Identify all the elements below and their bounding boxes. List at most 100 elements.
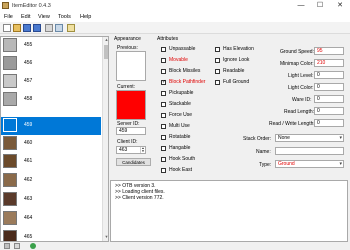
server-id-field[interactable]: 459 xyxy=(116,127,146,135)
list-item[interactable]: 464 xyxy=(1,210,101,226)
type-value: Ground xyxy=(278,161,295,167)
open-folder-icon[interactable] xyxy=(13,24,21,32)
save-as-icon[interactable] xyxy=(33,24,41,32)
item-thumbnail xyxy=(3,230,17,241)
read-write-length-field[interactable]: 0 xyxy=(314,119,344,127)
readable-checkbox[interactable] xyxy=(215,69,220,74)
appearance-heading: Appearance xyxy=(114,36,141,42)
menu-edit[interactable]: Edit xyxy=(21,14,30,20)
list-item[interactable]: 462 xyxy=(1,172,101,188)
movable-checkbox[interactable] xyxy=(161,58,166,63)
previous-sprite xyxy=(116,51,146,81)
ground-speed-field[interactable]: 95 xyxy=(314,47,344,55)
hangable-checkbox[interactable] xyxy=(161,146,166,151)
stack-order-select[interactable]: None ▾ xyxy=(275,134,344,142)
status-ok-icon xyxy=(30,243,36,249)
list-scrollbar[interactable]: ▲ ▼ xyxy=(102,37,108,241)
item-id: 462 xyxy=(24,177,33,183)
full-ground-checkbox[interactable] xyxy=(215,80,220,85)
item-id: 460 xyxy=(24,140,33,146)
stack-order-label: Stack Order: xyxy=(243,136,272,142)
list-item[interactable]: 465 xyxy=(1,229,101,241)
full-ground-label: Full Ground xyxy=(223,79,250,85)
scroll-down-icon[interactable]: ▼ xyxy=(103,234,108,241)
item-id: 461 xyxy=(24,158,33,164)
list-item-selected[interactable]: 459 xyxy=(1,117,101,135)
ground-speed-label: Ground Speed: xyxy=(280,49,314,55)
output-log: >> OTB version 3. >> Loading client file… xyxy=(110,180,348,242)
name-label: Name: xyxy=(256,149,271,155)
scrollbar-thumb[interactable] xyxy=(104,45,108,59)
hook-east-checkbox[interactable] xyxy=(161,168,166,173)
type-select[interactable]: Ground ▾ xyxy=(275,160,344,168)
read-write-length-label: Read / Write Length: xyxy=(269,121,315,127)
hook-south-checkbox[interactable] xyxy=(161,157,166,162)
add-item-icon[interactable] xyxy=(45,24,53,32)
menu-tools[interactable]: Tools xyxy=(58,14,71,20)
item-thumbnail xyxy=(3,74,17,88)
list-item[interactable]: 455 xyxy=(1,37,101,53)
duplicate-item-icon[interactable] xyxy=(55,24,63,32)
list-item[interactable]: 456 xyxy=(1,55,101,71)
menu-view[interactable]: View xyxy=(38,14,50,20)
stackable-checkbox[interactable] xyxy=(161,102,166,107)
list-item[interactable]: 461 xyxy=(1,153,101,169)
menu-bar: File Edit View Tools Help xyxy=(0,12,350,22)
close-button[interactable]: ✕ xyxy=(333,1,347,11)
multi-use-label: Multi Use xyxy=(169,123,190,129)
current-sprite xyxy=(116,90,146,120)
item-thumbnail xyxy=(3,38,17,52)
item-list[interactable]: 455 456 457 458 459 460 461 462 463 464 … xyxy=(0,36,109,242)
client-id-field[interactable]: 463 ▲ ▼ xyxy=(116,146,146,154)
block-pathfinder-label: Block Pathfinder xyxy=(169,79,206,85)
menu-help[interactable]: Help xyxy=(80,14,91,20)
scroll-up-icon[interactable]: ▲ xyxy=(103,37,108,44)
ignore-look-checkbox[interactable] xyxy=(215,58,220,63)
block-pathfinder-checkbox[interactable] xyxy=(161,79,166,85)
pickupable-checkbox[interactable] xyxy=(161,91,166,96)
hangable-label: Hangable xyxy=(169,145,191,151)
list-item[interactable]: 458 xyxy=(1,91,101,107)
ignore-look-label: Ignore Look xyxy=(223,57,250,63)
has-elevation-checkbox[interactable] xyxy=(215,47,220,52)
save-icon[interactable] xyxy=(23,24,31,32)
item-id: 459 xyxy=(24,122,33,128)
ware-id-field[interactable]: 0 xyxy=(314,95,344,103)
menu-file[interactable]: File xyxy=(4,14,13,20)
minimap-color-field[interactable]: 210 xyxy=(314,59,344,67)
find-item-icon[interactable] xyxy=(67,24,75,32)
read-length-field[interactable]: 0 xyxy=(314,107,344,115)
status-sprite-icon xyxy=(14,243,20,249)
item-thumbnail xyxy=(3,173,17,187)
force-use-checkbox[interactable] xyxy=(161,113,166,118)
new-file-icon[interactable] xyxy=(3,24,11,32)
item-thumbnail xyxy=(3,56,17,70)
light-color-field[interactable]: 0 xyxy=(314,83,344,91)
block-missiles-label: Block Missiles xyxy=(169,68,201,74)
item-id: 457 xyxy=(24,78,33,84)
title-bar: ItemEditor 0.4.3 — ☐ ✕ xyxy=(0,0,350,12)
client-id-value: 463 xyxy=(119,147,128,153)
minimize-button[interactable]: — xyxy=(294,1,308,11)
list-item[interactable]: 460 xyxy=(1,135,101,151)
attributes-heading: Attributes xyxy=(157,36,179,42)
candidates-button[interactable]: Candidates xyxy=(116,158,151,166)
name-field[interactable] xyxy=(275,147,344,155)
item-id: 455 xyxy=(24,42,33,48)
read-length-label: Read Length: xyxy=(284,109,315,115)
item-thumbnail xyxy=(3,192,17,206)
block-missiles-checkbox[interactable] xyxy=(161,69,166,74)
list-item[interactable]: 457 xyxy=(1,73,101,89)
unpassable-checkbox[interactable] xyxy=(161,47,166,52)
item-thumbnail xyxy=(3,154,17,168)
force-use-label: Force Use xyxy=(169,112,193,118)
multi-use-checkbox[interactable] xyxy=(161,124,166,129)
client-id-label: Client ID: xyxy=(117,139,138,145)
light-level-field[interactable]: 0 xyxy=(314,71,344,79)
hook-east-label: Hook East xyxy=(169,167,193,173)
list-item[interactable]: 463 xyxy=(1,191,101,207)
client-id-spinner[interactable]: ▲ ▼ xyxy=(140,147,145,153)
light-color-label: Light Color: xyxy=(288,85,314,91)
rotatable-checkbox[interactable] xyxy=(161,135,166,140)
maximize-button[interactable]: ☐ xyxy=(313,1,327,11)
